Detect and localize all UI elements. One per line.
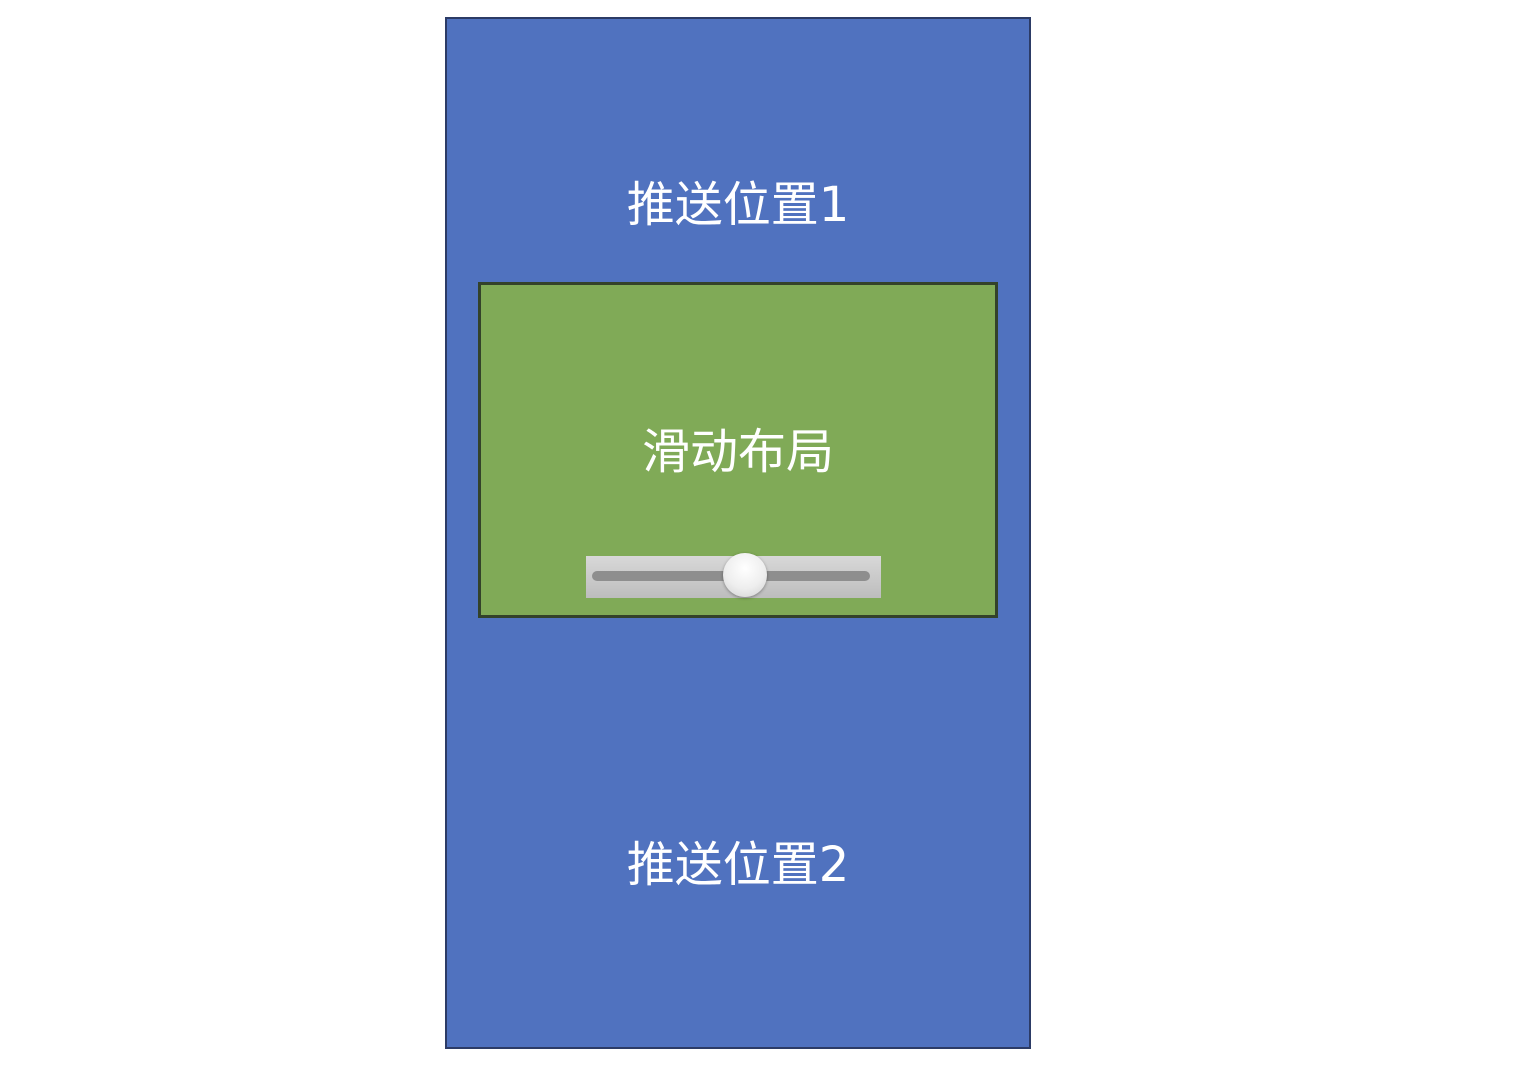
push-position-2-label: 推送位置2 bbox=[626, 837, 850, 893]
diagram-canvas: 推送位置1 滑动布局 推送位置2 bbox=[0, 0, 1516, 1068]
slider[interactable] bbox=[586, 553, 881, 598]
push-position-1-label: 推送位置1 bbox=[626, 177, 850, 233]
sliding-layout-panel[interactable]: 滑动布局 bbox=[478, 282, 998, 618]
sliding-layout-title: 滑动布局 bbox=[641, 424, 834, 480]
phone-screen: 推送位置1 滑动布局 推送位置2 bbox=[445, 17, 1031, 1049]
slider-thumb[interactable] bbox=[723, 553, 768, 597]
